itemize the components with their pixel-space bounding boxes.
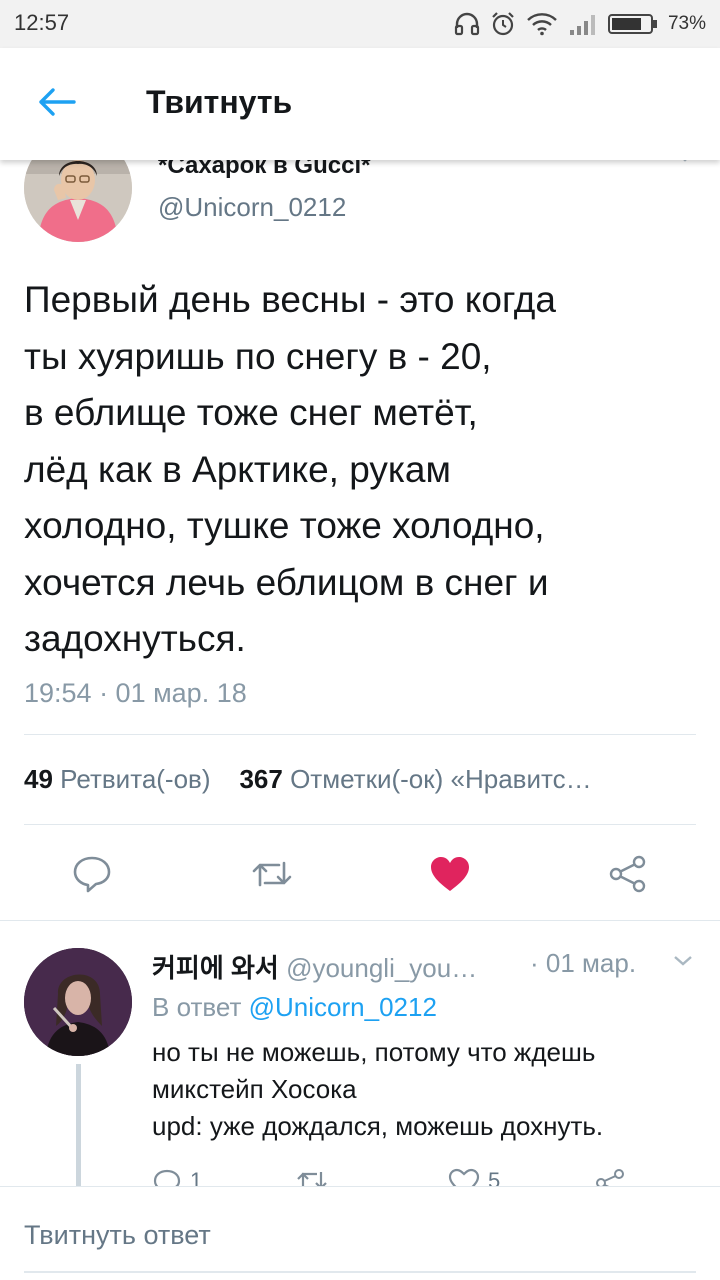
retweet-icon — [296, 1168, 328, 1186]
app-header: Твитнуть — [0, 48, 720, 160]
retweet-icon — [251, 857, 293, 896]
share-icon — [594, 1168, 626, 1186]
battery-icon — [607, 13, 658, 35]
tweet-text-line: Первый день весны - это когда — [24, 279, 556, 320]
signal-icon — [568, 12, 598, 36]
status-bar: 12:57 73% — [0, 0, 720, 48]
divider — [24, 824, 696, 825]
reply-to-prefix: В ответ — [152, 992, 242, 1022]
tweet-text-line: ты хуяришь по снегу в - 20, — [24, 335, 492, 377]
reply-reply-count: 1 — [190, 1168, 203, 1186]
likes-label[interactable]: Отметки(-ок) «Нравитс… — [290, 764, 592, 794]
chevron-down-icon[interactable] — [672, 954, 694, 973]
reply-icon — [152, 1168, 182, 1186]
reply-to-mention[interactable]: @Unicorn_0212 — [249, 992, 437, 1022]
reply-retweet-button[interactable] — [296, 1168, 328, 1186]
tweet-text-line: лёд как в Арктике, рукам — [24, 448, 451, 490]
headphones-icon — [454, 12, 480, 36]
reply-share-button[interactable] — [594, 1168, 626, 1186]
heart-icon — [448, 1168, 480, 1186]
share-button[interactable] — [598, 848, 658, 904]
back-arrow-icon — [36, 86, 76, 123]
tweet-text-line: хочется лечь еблицом в снег и — [24, 561, 549, 603]
reply-reply-button[interactable]: 1 — [152, 1168, 202, 1186]
tweet-text-line: задохнуться. — [24, 618, 246, 659]
reply-text-line: но ты не можешь, потому что ждешь — [152, 1037, 596, 1067]
reply-text-line: upd: уже дождался, можешь дохнуть. — [152, 1111, 604, 1141]
share-icon — [608, 855, 648, 898]
reply-display-name[interactable]: 커피에 와서 — [152, 953, 279, 983]
reply-to: В ответ @Unicorn_0212 — [152, 992, 437, 1023]
reply-text: но ты не можешь, потому что ждешь миксте… — [152, 1034, 700, 1145]
wifi-icon — [526, 12, 558, 36]
reply-like-button[interactable]: 5 — [448, 1168, 500, 1186]
divider — [24, 734, 696, 735]
tweet-text: Первый день весны - это когда ты хуяришь… — [24, 272, 704, 668]
tweet-text-line: в еблище тоже снег метёт, — [24, 392, 478, 433]
page-title: Твитнуть — [146, 84, 293, 120]
retweets-label[interactable]: Ретвита(-ов) — [60, 764, 210, 794]
heart-icon — [429, 855, 471, 898]
retweet-button[interactable] — [242, 848, 302, 904]
tweet-timestamp: 19:54 · 01 мар. 18 — [24, 678, 247, 708]
thread-line — [76, 1064, 81, 1186]
tweet-text-line: холодно, тушке тоже холодно, — [24, 505, 545, 546]
back-button[interactable] — [30, 84, 82, 124]
retweets-count[interactable]: 49 — [24, 764, 53, 794]
reply-actions: 1 5 — [152, 1168, 672, 1186]
status-time: 12:57 — [14, 10, 70, 35]
likes-count[interactable]: 367 — [239, 764, 282, 794]
reply-button[interactable] — [62, 848, 122, 904]
compose-underline — [24, 1271, 696, 1273]
avatar[interactable] — [24, 948, 132, 1056]
battery-percent: 73% — [667, 13, 706, 34]
compose-reply-bar[interactable]: Твитнуть ответ — [0, 1186, 720, 1280]
user-handle[interactable]: @Unicorn_0212 — [158, 192, 346, 223]
tweet-stats: 49 Ретвита(-ов) 367 Отметки(-ок) «Нравит… — [24, 764, 696, 795]
alarm-icon — [490, 11, 516, 37]
tweet-actions — [0, 848, 720, 908]
compose-reply-input[interactable]: Твитнуть ответ — [24, 1220, 211, 1251]
reply-icon — [72, 855, 112, 898]
like-button[interactable] — [420, 848, 480, 904]
status-icons: 73% — [454, 9, 706, 39]
reply-date: · 01 мар. — [530, 948, 637, 978]
reply-text-line: микстейп Хосока — [152, 1074, 357, 1104]
reply-like-count: 5 — [488, 1168, 501, 1186]
reply-handle[interactable]: @youngli_you… — [286, 953, 477, 983]
reply-tweet[interactable]: 커피에 와서 @youngli_you… · 01 мар. В ответ @… — [0, 920, 720, 1186]
